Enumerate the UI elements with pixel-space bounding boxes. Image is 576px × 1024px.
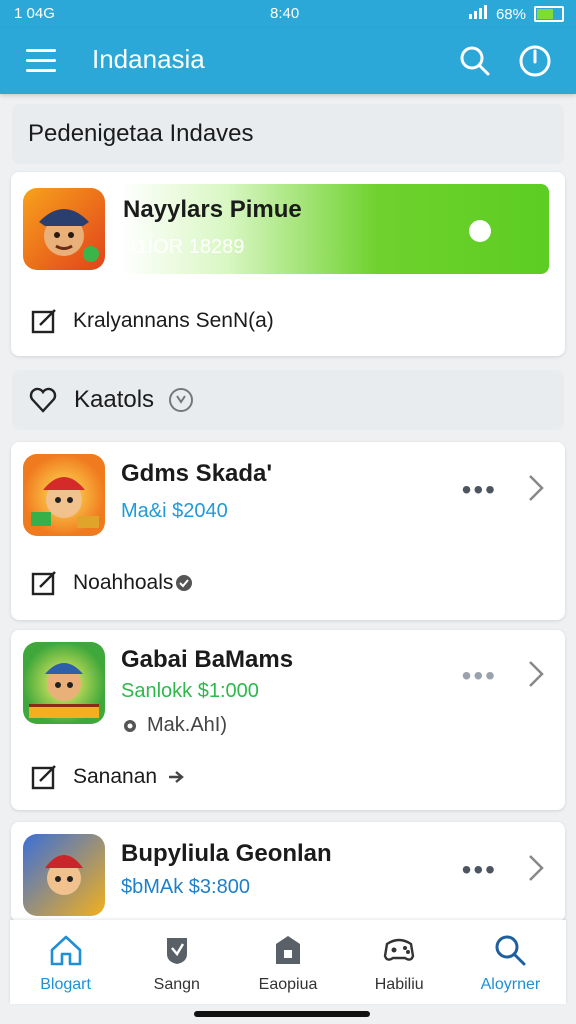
section-header: Pedenigetaa Indaves — [12, 104, 564, 164]
card-row[interactable]: Kralyannans SenN(a) — [31, 308, 274, 334]
battery-percent: 68% — [495, 5, 526, 23]
edit-icon — [31, 309, 56, 334]
nav-item-home[interactable]: Blogart — [10, 920, 121, 1004]
bottom-nav: Blogart Sangn Eaopiua Habiliu Aloyrner — [10, 920, 566, 1004]
chevron-right-icon[interactable] — [527, 852, 545, 884]
more-icon[interactable]: ••• — [462, 474, 497, 506]
game-icon — [23, 188, 105, 270]
gamepad-icon — [383, 938, 415, 961]
edit-icon — [31, 765, 56, 790]
game-card[interactable]: Gdms Skada' Ma&i $2040 ••• Noahhoals — [11, 442, 565, 620]
featured-title: Nayylars Pimue — [123, 196, 302, 223]
search-icon[interactable] — [458, 44, 492, 78]
nav-label: Blogart — [40, 976, 91, 993]
game-price: Sanlokk $1:000 — [121, 680, 259, 702]
featured-card[interactable]: Nayylars Pimue I1IOR 18289 Kralyannans S… — [11, 172, 565, 356]
verified-icon — [176, 575, 193, 591]
home-icon — [50, 935, 81, 966]
status-right: 68% — [468, 5, 564, 23]
gear-icon — [124, 719, 136, 732]
info-icon[interactable] — [168, 387, 194, 413]
nav-item-shield[interactable]: Sangn — [121, 920, 232, 1004]
status-bar: 1 04G 8:40 68% — [0, 0, 576, 28]
row-label: Noahhoals — [73, 571, 174, 594]
game-title: Gdms Skada' — [121, 460, 273, 487]
menu-icon[interactable] — [26, 49, 56, 73]
toggle-knob[interactable] — [469, 220, 491, 242]
app-title: Indanasia — [92, 44, 205, 74]
nav-label: Habiliu — [374, 976, 424, 993]
clock: 8:40 — [270, 5, 300, 22]
card-row[interactable]: Sananan — [31, 764, 185, 790]
more-icon[interactable]: ••• — [462, 660, 497, 692]
nav-item-store[interactable]: Eaopiua — [232, 920, 343, 1004]
nav-label: Eaopiua — [258, 976, 318, 993]
game-icon — [23, 454, 105, 536]
battery-icon — [534, 6, 564, 22]
shield-icon — [166, 938, 187, 964]
nav-label: Sangn — [153, 976, 200, 993]
section-title: Kaatols — [74, 386, 155, 413]
section-header: Kaatols — [12, 370, 564, 430]
app-bar: Indanasia — [0, 28, 576, 94]
heart-icon — [29, 387, 57, 413]
search-icon — [495, 935, 526, 966]
featured-subtitle: I1IOR 18289 — [131, 236, 245, 258]
featured-banner[interactable]: Nayylars Pimue I1IOR 18289 — [121, 184, 549, 274]
store-icon — [276, 936, 300, 964]
game-title: Bupyliula Geonlan — [121, 840, 332, 867]
signal-icon — [468, 5, 488, 23]
nav-label: Aloyrner — [480, 976, 541, 993]
nav-item-search[interactable]: Aloyrner — [455, 920, 566, 1004]
card-row[interactable]: Noahhoals — [31, 570, 193, 596]
row-label: Sananan — [73, 765, 158, 788]
game-icon — [23, 834, 105, 916]
game-title: Gabai BaMams — [121, 646, 294, 673]
arrow-right-icon — [169, 771, 184, 783]
game-price: Ma&i $2040 — [121, 500, 228, 522]
network-indicator: 1 04G — [14, 5, 55, 22]
game-icon — [23, 642, 105, 724]
game-meta-text: Mak.AhI) — [147, 714, 228, 736]
section-title: Pedenigetaa Indaves — [28, 120, 254, 147]
power-icon[interactable] — [518, 44, 552, 78]
game-meta: Mak.AhI) — [121, 714, 227, 737]
game-card[interactable]: Bupyliula Geonlan $bMAk $3:800 ••• — [11, 822, 565, 922]
edit-icon — [31, 571, 56, 596]
nav-item-games[interactable]: Habiliu — [344, 920, 455, 1004]
chevron-right-icon[interactable] — [527, 658, 545, 690]
chevron-right-icon[interactable] — [527, 472, 545, 504]
more-icon[interactable]: ••• — [462, 854, 497, 886]
game-card[interactable]: Gabai BaMams Sanlokk $1:000 Mak.AhI) •••… — [11, 630, 565, 810]
row-label: Kralyannans SenN(a) — [73, 309, 274, 332]
home-indicator[interactable] — [194, 1011, 370, 1017]
game-price: $bMAk $3:800 — [121, 876, 250, 898]
